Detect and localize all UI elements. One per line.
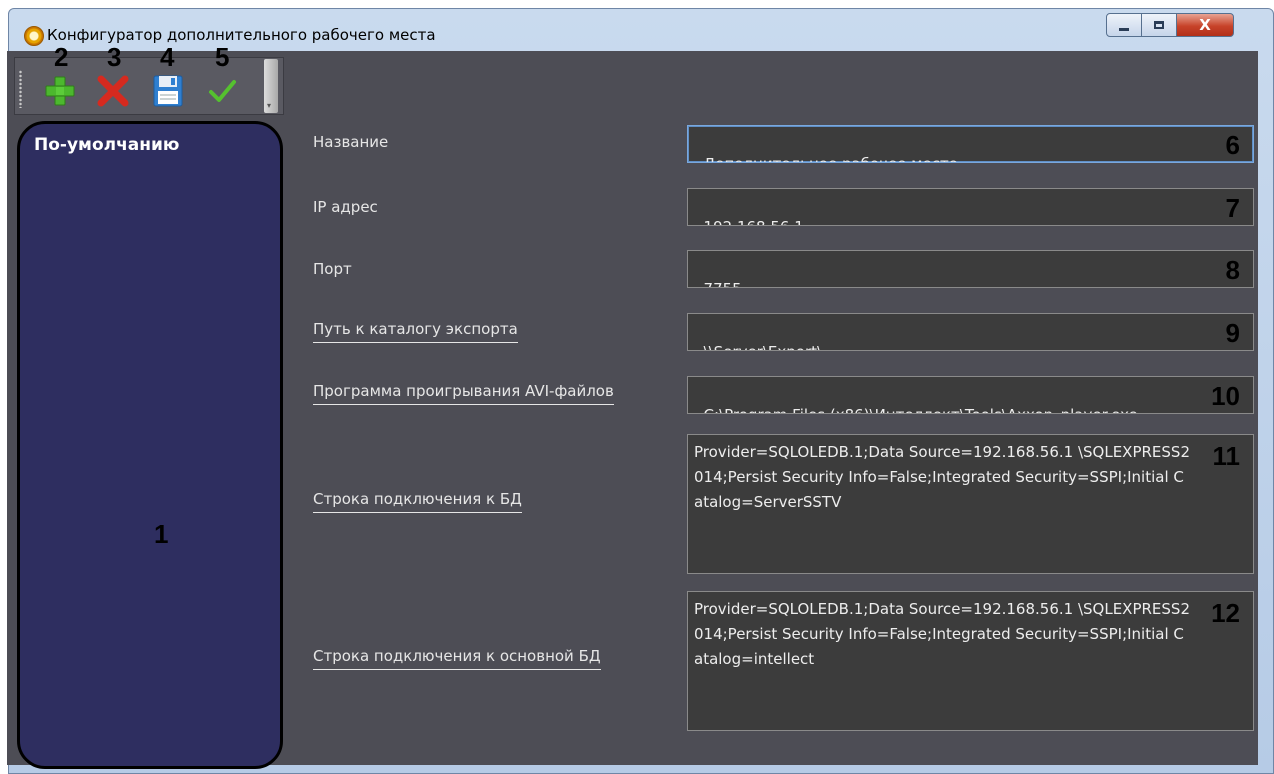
save-button[interactable] [149,72,187,110]
callout-name: 6 [1225,130,1240,160]
callout-port: 8 [1225,255,1240,285]
player-path-field[interactable]: C:\Program Files (x86)\Интеллект\Tools\A… [687,376,1254,414]
minimize-icon [1119,27,1129,31]
callout-db: 11 [1212,441,1241,471]
callout-main-db: 12 [1211,598,1240,628]
player-program-link[interactable]: Программа проигрывания AVI-файлов [313,382,614,405]
db-connection-value: Provider=SQLOLEDB.1;Data Source=192.168.… [694,443,1190,511]
callout-delete: 3 [107,42,122,72]
callout-list: 1 [154,519,169,549]
export-path-link[interactable]: Путь к каталогу экспорта [313,320,518,343]
port-label: Порт [313,260,352,278]
callout-save: 4 [160,42,175,72]
list-item[interactable]: По-умолчанию [34,135,179,155]
main-db-connection-link[interactable]: Строка подключения к основной БД [313,647,601,670]
name-field-value: Дополнительное рабочее место [704,155,958,162]
delete-button[interactable] [94,72,132,110]
export-path-field[interactable]: \\Server\Export\ 9 [687,313,1254,351]
app-gear-icon [24,26,44,46]
port-field[interactable]: 7755 8 [687,250,1254,288]
player-path-value: C:\Program Files (x86)\Интеллект\Tools\A… [704,406,1138,413]
export-path-value: \\Server\Export\ [704,343,823,350]
maximize-icon [1154,21,1164,29]
floppy-disk-icon [153,75,183,107]
callout-player: 10 [1211,381,1240,411]
main-db-connection-value: Provider=SQLOLEDB.1;Data Source=192.168.… [694,600,1190,668]
name-field[interactable]: Дополнительное рабочее место 6 [687,125,1254,163]
workplace-list[interactable]: По-умолчанию 1 [17,121,283,769]
port-field-value: 7755 [704,280,742,287]
plus-icon [45,76,75,106]
ip-field[interactable]: 192.168.56.1 7 [687,188,1254,226]
callout-export: 9 [1225,318,1240,348]
callout-add: 2 [54,42,69,72]
callout-ip: 7 [1225,193,1240,223]
name-label: Название [313,133,389,151]
ip-field-value: 192.168.56.1 [704,218,804,225]
checkmark-icon [209,80,236,102]
db-connection-field[interactable]: Provider=SQLOLEDB.1;Data Source=192.168.… [687,434,1254,574]
ip-label: IP адрес [313,198,378,216]
minimize-button[interactable] [1106,13,1142,37]
main-db-connection-field[interactable]: Provider=SQLOLEDB.1;Data Source=192.168.… [687,591,1254,731]
toolbar-overflow-button[interactable]: ▾ [264,59,278,113]
callout-apply: 5 [215,42,230,72]
close-icon: X [1199,16,1211,34]
db-connection-link[interactable]: Строка подключения к БД [313,490,522,513]
apply-button[interactable] [203,72,241,110]
close-button[interactable]: X [1176,13,1234,37]
add-button[interactable] [41,72,79,110]
window-title: Конфигуратор дополнительного рабочего ме… [47,26,436,44]
maximize-button[interactable] [1141,13,1177,37]
overflow-arrow-icon: ▾ [267,101,272,110]
toolbar-grip-handle[interactable] [19,70,22,108]
red-x-icon [97,75,129,107]
